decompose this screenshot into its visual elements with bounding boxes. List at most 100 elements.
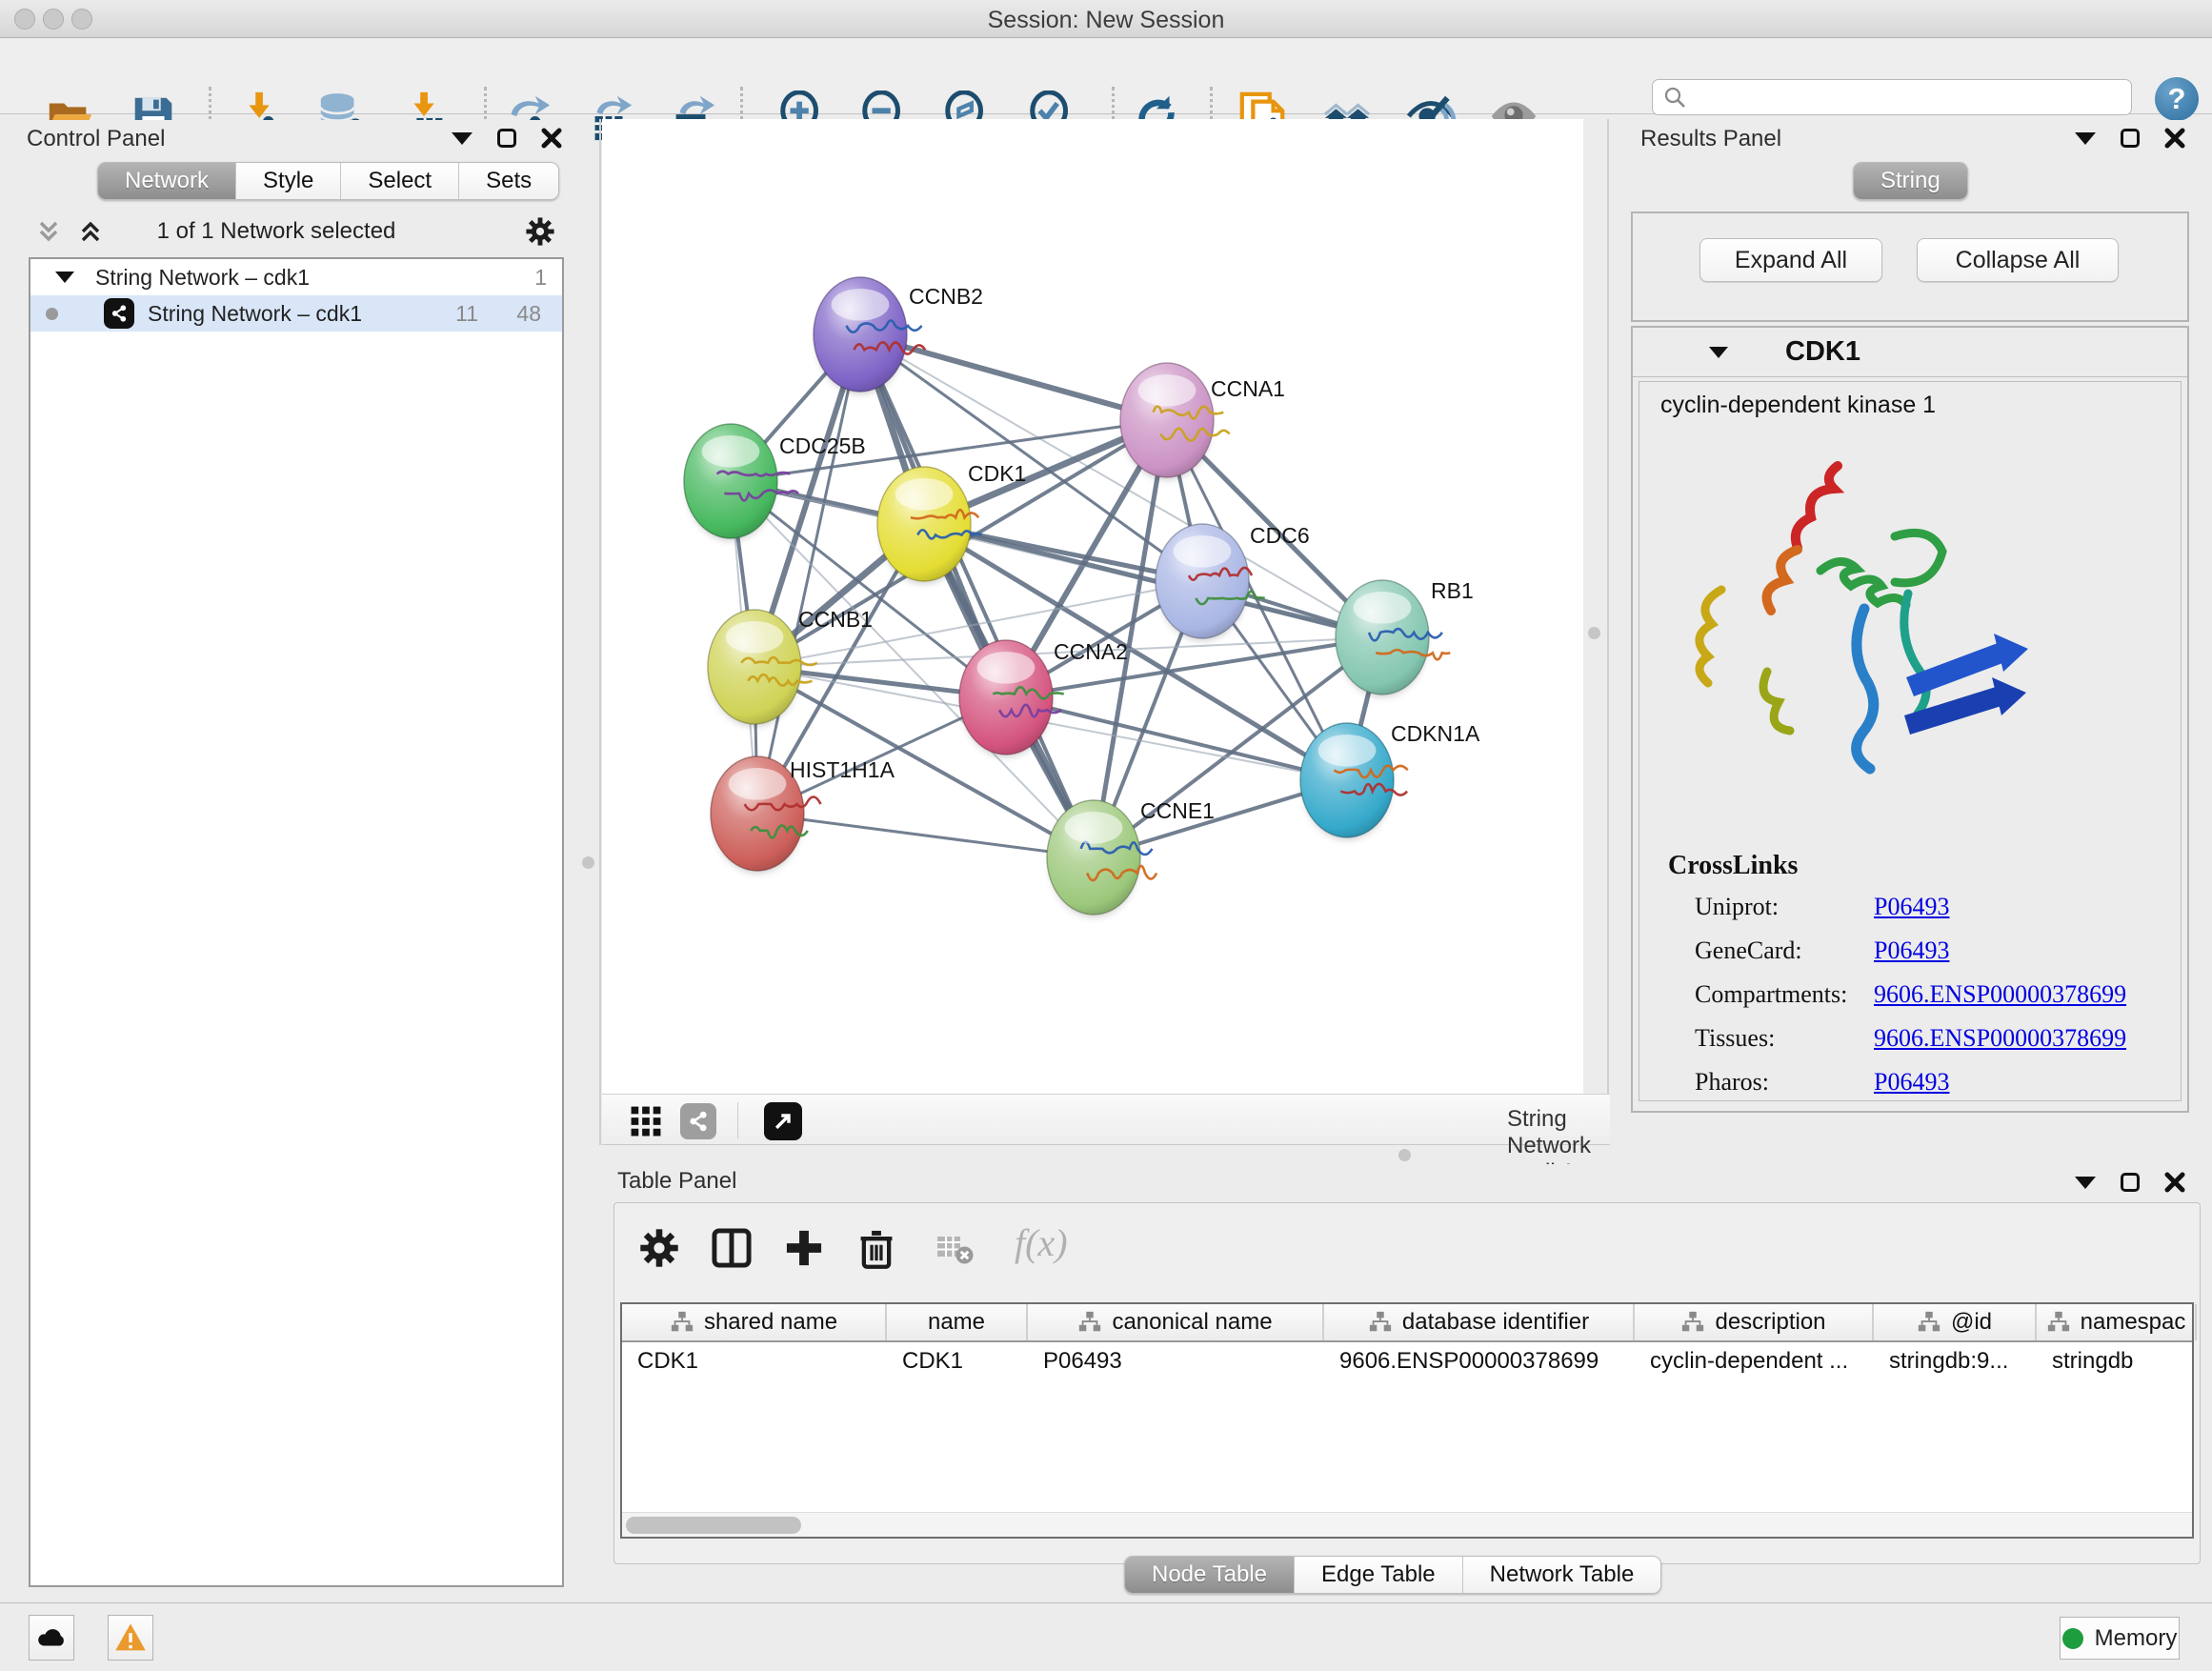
scrollbar-thumb[interactable] [626,1517,801,1534]
tab-node-table[interactable]: Node Table [1125,1557,1295,1593]
crosslink-label: Tissues: [1695,1024,1775,1052]
expand-all-button[interactable]: Expand All [1699,238,1882,282]
crosslink-row: Pharos: P06493 [1695,1068,2171,1106]
open-in-window-icon[interactable] [764,1102,802,1140]
gene-collapse-icon[interactable] [1709,347,1728,358]
crosslink-link[interactable]: P06493 [1874,1068,1949,1097]
tab-network-table[interactable]: Network Table [1463,1557,1661,1593]
right-splitter-handle[interactable] [1588,627,1600,639]
tab-network[interactable]: Network [98,163,236,199]
column-header-label: @id [1951,1309,1992,1336]
node-gloss-highlight [729,768,787,800]
crosslink-link[interactable]: P06493 [1874,936,1949,965]
crosslink-link[interactable]: 9606.ENSP00000378699 [1874,980,2126,1009]
network-node-count: 11 [455,301,478,327]
horizontal-splitter-handle[interactable] [1398,1149,1411,1161]
birds-eye-grid-icon[interactable] [629,1104,663,1138]
gene-name: CDK1 [1785,336,1860,368]
node-gloss-highlight [1065,812,1123,844]
table-cell[interactable]: stringdb [2037,1342,2197,1380]
collapse-all-button[interactable]: Collapse All [1917,238,2119,282]
table-cell[interactable]: P06493 [1028,1342,1324,1380]
network-graph[interactable]: CCNB2CCNA1CDC25BCDK1CDC6RB1CCNB1CCNA2CDK… [602,119,1583,1094]
control-panel-close-icon[interactable] [541,128,562,149]
network-row[interactable]: String Network – cdk1 11 48 [30,295,562,332]
node-label: CCNA1 [1211,376,1285,401]
delete-column-icon[interactable] [855,1226,898,1270]
table-panel-close-icon[interactable] [2164,1172,2185,1193]
network-node-cdc6[interactable] [1156,524,1265,640]
crosslink-row: Tissues: 9606.ENSP00000378699 [1695,1024,2171,1062]
search-input[interactable] [1652,79,2132,115]
network-edge[interactable] [860,334,1094,857]
table-cell[interactable]: CDK1 [887,1342,1028,1380]
results-panel-float-icon[interactable] [2121,129,2140,148]
add-column-icon[interactable] [782,1226,826,1270]
network-options-gear-icon[interactable] [524,215,556,248]
tab-style[interactable]: Style [236,163,341,199]
network-current-dot [46,308,58,320]
collection-expand-icon[interactable] [55,272,74,283]
left-split-divider[interactable] [599,119,601,1145]
table-panel-title: Table Panel [617,1168,736,1195]
crosslink-link[interactable]: 9606.ENSP00000378699 [1874,1024,2126,1053]
tab-select[interactable]: Select [341,163,459,199]
column-header-database-identifier[interactable]: database identifier [1324,1304,1635,1340]
table-panel-float-icon[interactable] [2121,1173,2140,1192]
cloud-button[interactable] [29,1615,74,1661]
column-header-description[interactable]: description [1635,1304,1874,1340]
network-canvas[interactable]: CCNB2CCNA1CDC25BCDK1CDC6RB1CCNB1CCNA2CDK… [602,119,1583,1094]
gene-result-box: CDK1 cyclin-dependent kinase 1 CrossLink… [1631,326,2189,1113]
column-header-namespac[interactable]: namespac [2037,1304,2197,1340]
table-cell[interactable]: cyclin-dependent ... [1635,1342,1874,1380]
column-model-icon [1077,1310,1102,1335]
table-cell[interactable]: stringdb:9... [1874,1342,2037,1380]
network-badge-icon[interactable] [680,1103,716,1139]
help-button[interactable]: ? [2155,77,2199,121]
warning-button[interactable] [108,1615,153,1661]
left-splitter-handle[interactable] [582,856,594,869]
table-row[interactable]: CDK1CDK1P064939606.ENSP00000378699cyclin… [622,1342,2192,1380]
network-edge[interactable] [757,814,1094,857]
node-gloss-highlight [1138,374,1196,407]
column-header-name[interactable]: name [887,1304,1028,1340]
tab-string[interactable]: String [1854,163,1967,199]
right-split-divider[interactable] [1607,119,1609,1145]
network-node-cdk1[interactable] [877,467,981,583]
delete-table-icon[interactable] [935,1226,975,1270]
node-label: CDC6 [1250,523,1310,548]
gene-header[interactable]: CDK1 [1633,328,2187,377]
show-columns-icon[interactable] [710,1226,754,1270]
tab-sets[interactable]: Sets [459,163,558,199]
node-gloss-highlight [1354,592,1412,624]
column-header-@id[interactable]: @id [1874,1304,2037,1340]
network-node-ccna2[interactable] [959,640,1064,756]
crosslink-link[interactable]: P06493 [1874,893,1949,921]
column-header-shared-name[interactable]: shared name [622,1304,887,1340]
network-collection-row[interactable]: String Network – cdk1 1 [30,259,562,295]
network-view-toolbar: String Network – cdk1 1 – 0 0 – 0 [602,1094,1610,1145]
node-label: CDKN1A [1391,721,1480,746]
results-panel-close-icon[interactable] [2164,128,2185,149]
node-label: CCNE1 [1140,798,1215,823]
column-header-canonical-name[interactable]: canonical name [1028,1304,1324,1340]
cloud-icon [35,1621,68,1654]
network-edge[interactable] [757,334,860,814]
table-horizontal-scrollbar[interactable] [622,1512,2192,1537]
crosslink-label: Pharos: [1695,1068,1769,1096]
tab-edge-table[interactable]: Edge Table [1295,1557,1463,1593]
table-options-gear-icon[interactable] [637,1226,681,1270]
function-builder-icon[interactable]: f(x) [1015,1220,1068,1265]
table-cell[interactable]: 9606.ENSP00000378699 [1324,1342,1635,1380]
column-header-label: name [928,1309,985,1336]
table-cell[interactable]: CDK1 [622,1342,887,1380]
node-label: CDK1 [968,461,1026,486]
node-gloss-highlight [977,652,1036,684]
table-panel-minimize-icon[interactable] [2075,1177,2096,1189]
memory-button[interactable]: Memory [2060,1617,2180,1660]
results-panel-minimize-icon[interactable] [2075,132,2096,145]
node-label: CDC25B [779,433,866,458]
control-panel-minimize-icon[interactable] [452,132,473,145]
column-model-icon [1368,1310,1393,1335]
control-panel-float-icon[interactable] [497,129,516,148]
